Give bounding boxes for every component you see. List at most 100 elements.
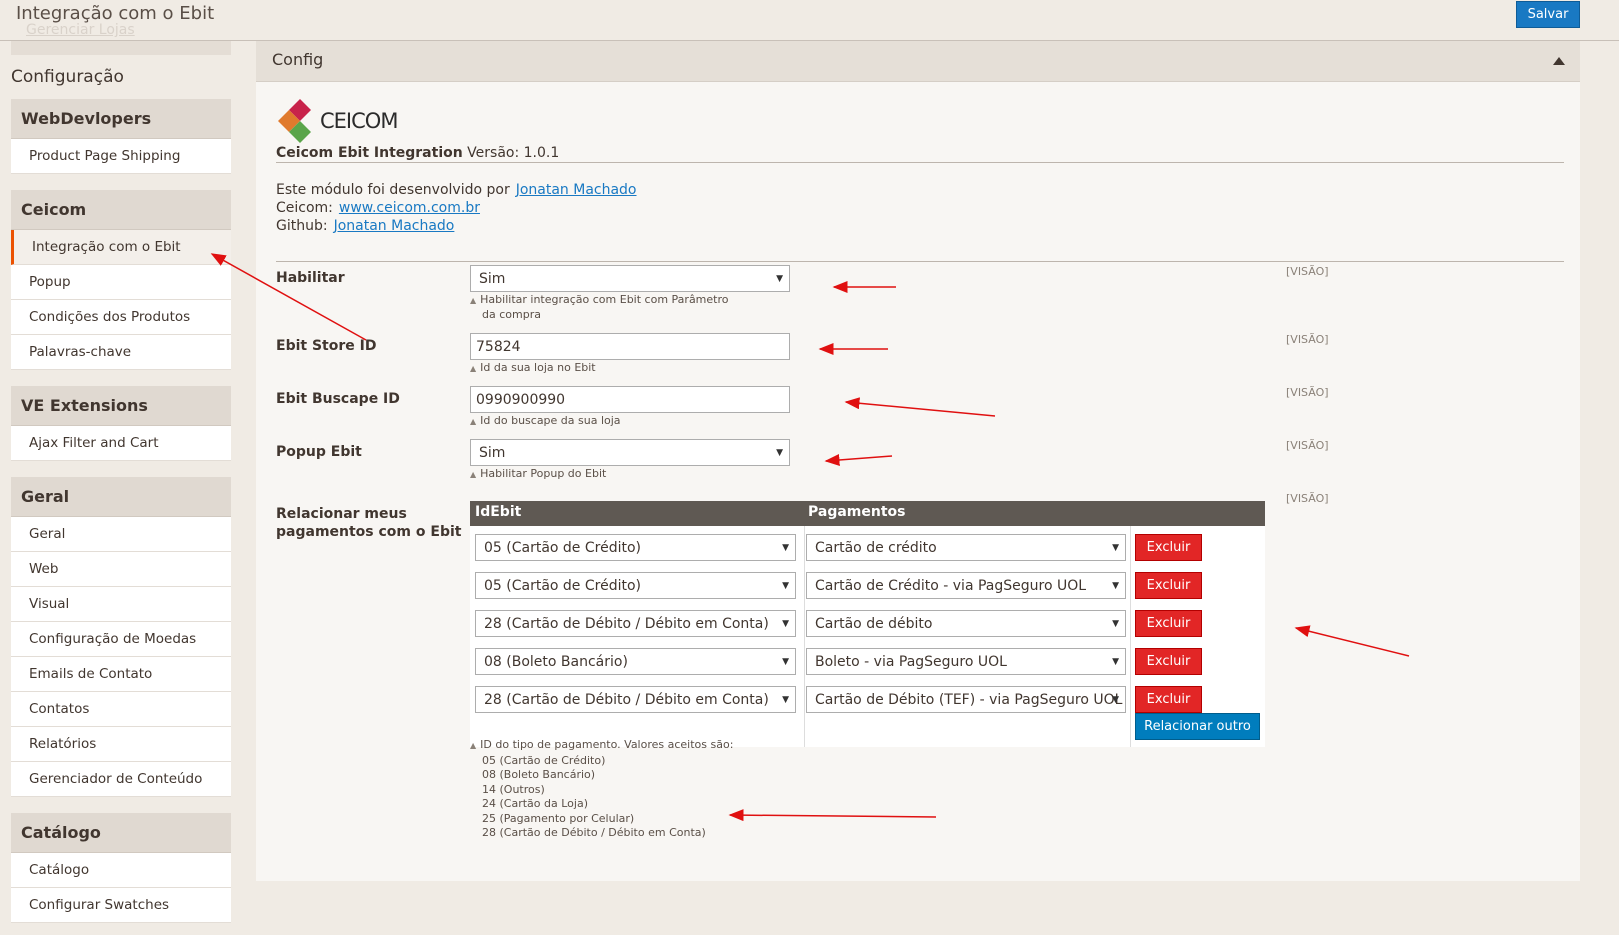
- ceicom-link[interactable]: www.ceicom.com.br: [339, 200, 480, 216]
- logo-text: CEICOM: [320, 109, 398, 133]
- developer-info: Este módulo foi desenvolvido por Jonatan …: [276, 182, 637, 198]
- buscape-id-note: ▲ Id do buscape da sua loja: [470, 414, 621, 427]
- sidebar-section-ceicom: Ceicom Integração com o Ebit Popup Condi…: [11, 190, 231, 370]
- sidebar-section-title[interactable]: Geral: [11, 477, 231, 517]
- buscape-id-input[interactable]: 0990900990: [470, 386, 790, 413]
- config-sidebar: Configuração WebDevlopers Product Page S…: [11, 41, 231, 935]
- column-divider: [1130, 526, 1131, 747]
- delete-row-button[interactable]: Excluir: [1135, 686, 1202, 713]
- sidebar-item-integracao-ebit[interactable]: Integração com o Ebit: [11, 230, 231, 265]
- dropdown-arrow-icon: ▼: [1112, 657, 1119, 667]
- sidebar-item-popup[interactable]: Popup: [11, 265, 231, 300]
- sidebar-item-conteudo[interactable]: Gerenciador de Conteúdo: [11, 762, 231, 797]
- sidebar-section-title[interactable]: VE Extensions: [11, 386, 231, 426]
- note-triangle-icon: ▲: [470, 741, 477, 750]
- sidebar-section-title[interactable]: Ceicom: [11, 190, 231, 230]
- habilitar-label: Habilitar: [276, 270, 345, 286]
- col-pagamentos: Pagamentos: [808, 504, 906, 520]
- github-info: Github: Jonatan Machado: [276, 218, 454, 234]
- popup-label: Popup Ebit: [276, 444, 362, 460]
- ceicom-label: Ceicom:: [276, 200, 333, 216]
- sidebar-item-emails[interactable]: Emails de Contato: [11, 657, 231, 692]
- sidebar-item-palavras-chave[interactable]: Palavras-chave: [11, 335, 231, 370]
- dropdown-arrow-icon: ▼: [782, 657, 789, 667]
- dropdown-arrow-icon: ▼: [782, 619, 789, 629]
- habilitar-value: Sim: [479, 271, 506, 287]
- store-id-input[interactable]: 75824: [470, 333, 790, 360]
- pagamento-select[interactable]: Cartão de Débito (TEF) - via PagSeguro U…: [806, 686, 1126, 713]
- sidebar-item-ajax-filter[interactable]: Ajax Filter and Cart: [11, 426, 231, 461]
- scope-label: [VISÃO]: [1286, 439, 1329, 452]
- dropdown-arrow-icon: ▼: [776, 274, 783, 284]
- pagamento-select[interactable]: Cartão de Crédito - via PagSeguro UOL ▼: [806, 572, 1126, 599]
- dropdown-arrow-icon: ▼: [1112, 581, 1119, 591]
- sidebar-item-product-page-shipping[interactable]: Product Page Shipping: [11, 139, 231, 174]
- scope-label: [VISÃO]: [1286, 333, 1329, 346]
- delete-row-button[interactable]: Excluir: [1135, 610, 1202, 637]
- module-version: Versão: 1.0.1: [462, 145, 560, 161]
- habilitar-select[interactable]: Sim ▼: [470, 265, 790, 292]
- scope-label: [VISÃO]: [1286, 492, 1329, 505]
- sidebar-heading: Configuração: [11, 67, 124, 87]
- sidebar-section-title[interactable]: WebDevlopers: [11, 99, 231, 139]
- note-triangle-icon: ▲: [470, 417, 477, 426]
- dropdown-arrow-icon: ▼: [782, 695, 789, 705]
- sidebar-item-condicoes-produtos[interactable]: Condições dos Produtos: [11, 300, 231, 335]
- add-mapping-button[interactable]: Relacionar outro: [1135, 713, 1260, 740]
- dropdown-arrow-icon: ▼: [1112, 543, 1119, 553]
- collapse-arrow-icon[interactable]: [1553, 57, 1565, 65]
- popup-note: ▲ Habilitar Popup do Ebit: [470, 467, 607, 480]
- sidebar-item-web[interactable]: Web: [11, 552, 231, 587]
- dropdown-arrow-icon: ▼: [782, 581, 789, 591]
- pagamento-select[interactable]: Cartão de débito ▼: [806, 610, 1126, 637]
- note-triangle-icon: ▲: [470, 364, 477, 373]
- idebit-select[interactable]: 28 (Cartão de Débito / Débito em Conta) ▼: [475, 610, 796, 637]
- panel-title: Config: [272, 50, 324, 69]
- pagamento-select[interactable]: Boleto - via PagSeguro UOL ▼: [806, 648, 1126, 675]
- dropdown-arrow-icon: ▼: [1112, 695, 1119, 705]
- sidebar-item-catalogo[interactable]: Catálogo: [11, 853, 231, 888]
- sidebar-item-swatches[interactable]: Configurar Swatches: [11, 888, 231, 923]
- sidebar-item-geral[interactable]: Geral: [11, 517, 231, 552]
- sidebar-item-relatorios[interactable]: Relatórios: [11, 727, 231, 762]
- relacionar-label: Relacionar meus pagamentos com o Ebit: [276, 506, 462, 540]
- delete-row-button[interactable]: Excluir: [1135, 648, 1202, 675]
- sidebar-section-webdevlopers: WebDevlopers Product Page Shipping: [11, 99, 231, 174]
- habilitar-note: ▲ Habilitar integração com Ebit com Parâm…: [470, 293, 729, 321]
- github-label: Github:: [276, 218, 328, 234]
- idebit-select[interactable]: 05 (Cartão de Crédito) ▼: [475, 572, 796, 599]
- sidebar-item-contatos[interactable]: Contatos: [11, 692, 231, 727]
- sidebar-item-moedas[interactable]: Configuração de Moedas: [11, 622, 231, 657]
- payment-mapping-table: IdEbit Pagamentos 05 (Cartão de Crédito)…: [470, 501, 1265, 747]
- idebit-select[interactable]: 08 (Boleto Bancário) ▼: [475, 648, 796, 675]
- ceicom-info: Ceicom: www.ceicom.com.br: [276, 200, 480, 216]
- panel-header[interactable]: Config: [256, 41, 1580, 82]
- sidebar-item-visual[interactable]: Visual: [11, 587, 231, 622]
- module-name: Ceicom Ebit Integration: [276, 145, 463, 161]
- sidebar-section-ve-extensions: VE Extensions Ajax Filter and Cart: [11, 386, 231, 461]
- popup-value: Sim: [479, 445, 506, 461]
- idebit-select[interactable]: 28 (Cartão de Débito / Débito em Conta) ▼: [475, 686, 796, 713]
- save-button[interactable]: Salvar: [1516, 1, 1580, 28]
- pagamento-select[interactable]: Cartão de crédito ▼: [806, 534, 1126, 561]
- idebit-select[interactable]: 05 (Cartão de Crédito) ▼: [475, 534, 796, 561]
- sidebar-section-title[interactable]: Catálogo: [11, 813, 231, 853]
- developer-label: Este módulo foi desenvolvido por: [276, 182, 510, 198]
- delete-row-button[interactable]: Excluir: [1135, 534, 1202, 561]
- ceicom-logo: CEICOM: [278, 97, 408, 147]
- developer-link[interactable]: Jonatan Machado: [516, 182, 637, 198]
- page-title: Integração com o Ebit: [16, 3, 215, 24]
- sidebar-section-geral: Geral Geral Web Visual Configuração de M…: [11, 477, 231, 797]
- divider: [276, 261, 1564, 262]
- diamond-logo-icon: [278, 99, 311, 143]
- dropdown-arrow-icon: ▼: [776, 448, 783, 458]
- module-version-line: Ceicom Ebit Integration Versão: 1.0.1: [276, 145, 1564, 163]
- scope-label: [VISÃO]: [1286, 386, 1329, 399]
- github-link[interactable]: Jonatan Machado: [334, 218, 455, 234]
- dropdown-arrow-icon: ▼: [1112, 619, 1119, 629]
- scope-label: [VISÃO]: [1286, 265, 1329, 278]
- delete-row-button[interactable]: Excluir: [1135, 572, 1202, 599]
- table-header: IdEbit Pagamentos: [470, 501, 1265, 526]
- sidebar-top-strip: [11, 41, 231, 55]
- popup-select[interactable]: Sim ▼: [470, 439, 790, 466]
